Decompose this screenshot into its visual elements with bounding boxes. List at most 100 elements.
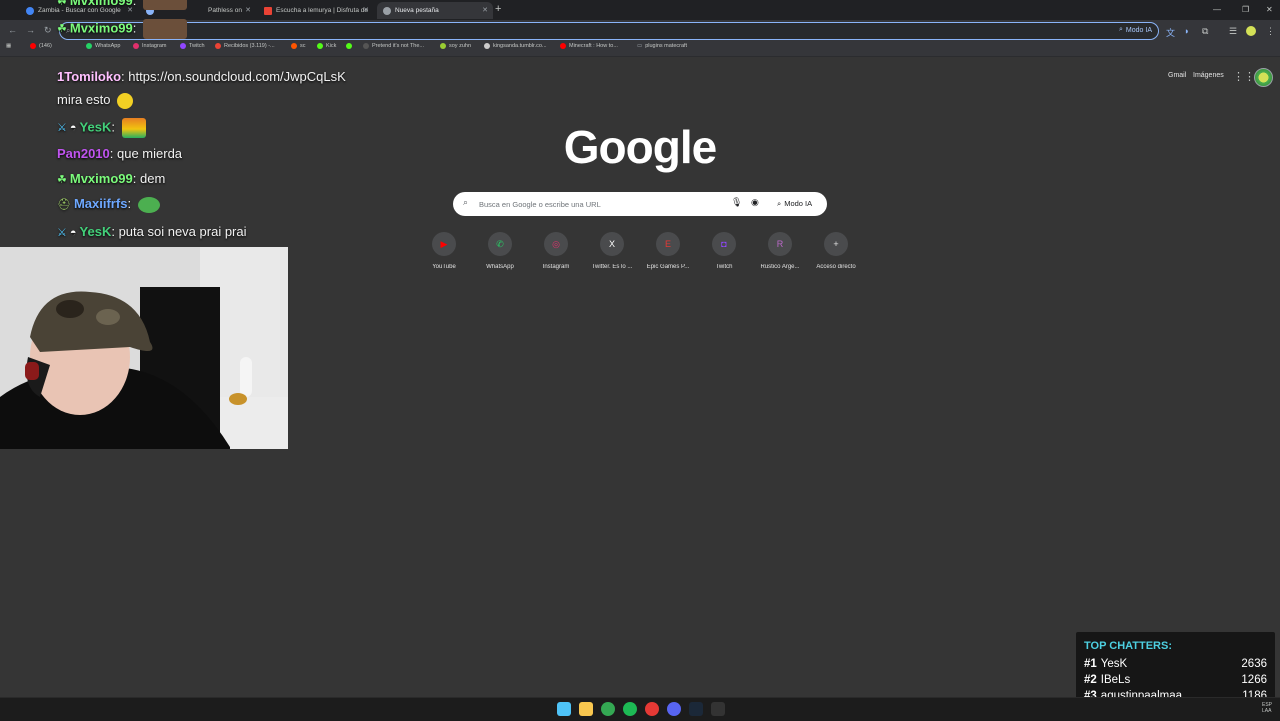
shortcut-icon: ◎ (544, 232, 568, 256)
bookmark-kick-2[interactable] (346, 43, 355, 49)
app-icon[interactable] (645, 702, 659, 716)
profile-avatar[interactable] (1254, 68, 1273, 87)
chat-message: ⛑ Maxiifrfs: (57, 196, 160, 213)
shortcut-tile[interactable]: ◘ Twitch (696, 232, 752, 270)
shortcut-label: Acceso directo (816, 264, 856, 270)
extensions-icon[interactable]: ⧉ (1202, 26, 1208, 37)
emote-image (142, 0, 187, 10)
address-bar[interactable]: ⌕ ⌕ Modo IA (60, 23, 1158, 39)
pepe-emote-icon (137, 196, 160, 213)
bookmark-whatsapp[interactable]: WhatsApp (86, 43, 120, 49)
gmail-link[interactable]: Gmail (1168, 72, 1186, 79)
clover-badge-icon: ☘ (57, 0, 67, 8)
read-aloud-icon[interactable]: ◗ (1184, 26, 1189, 36)
shortcut-icon: + (824, 232, 848, 256)
bookmark-kick[interactable]: Kick (317, 43, 336, 49)
forward-icon[interactable]: → (26, 25, 35, 35)
apps-grid-icon[interactable]: ▦ (6, 43, 11, 49)
tab-lemurya[interactable]: Escucha a lemurya | Disfruta de ✕ (258, 2, 374, 19)
search-icon: ⌕ (463, 197, 469, 207)
close-tab-icon[interactable]: ✕ (482, 6, 488, 14)
shortcut-tile[interactable]: ▶ YouTube (416, 232, 472, 270)
translate-icon[interactable]: 文 (1166, 26, 1175, 39)
bookmark-twitch[interactable]: Twitch (180, 43, 205, 49)
shortcut-label: WhatsApp (486, 264, 514, 270)
tab-strip: Zambia - Buscar con Google ✕ Pathless on… (0, 0, 1280, 20)
chat-message: ☘ Mvximo99: (57, 19, 187, 39)
emote-image (121, 118, 146, 138)
shortcut-tile[interactable]: ◎ Instagram (528, 232, 584, 270)
sword-badge-icon: ⚔ (57, 122, 67, 135)
emoji-face-icon (117, 92, 134, 109)
file-explorer-icon[interactable] (579, 702, 593, 716)
chat-message: ⚔ ◓ YesK: (57, 118, 146, 138)
system-tray[interactable]: ESP LAA (1262, 702, 1272, 714)
bookmark-gmail[interactable]: Recibidos (3.119) -... (215, 43, 275, 49)
whatsapp-icon (86, 43, 92, 49)
bookmark-soundcloud[interactable]: sc (291, 43, 306, 49)
emote-image (142, 19, 187, 39)
instagram-icon (133, 43, 139, 49)
ai-search-icon: ⌕ (777, 198, 782, 208)
omnibox-ai-mode-button[interactable]: ⌕ Modo IA (1119, 26, 1152, 34)
discord-icon[interactable] (667, 702, 681, 716)
chrome-favicon-icon (383, 6, 391, 15)
microphone-icon[interactable]: 🎙︎ (731, 197, 742, 208)
shortcut-label: Twitch (715, 264, 733, 270)
gmail-icon (215, 43, 221, 49)
epic-games-icon[interactable] (711, 702, 725, 716)
bookmark-youtube[interactable]: (146) (30, 43, 52, 49)
close-tab-icon[interactable]: ✕ (363, 6, 369, 14)
webcam-image (0, 247, 288, 449)
minimize-icon[interactable]: — (1213, 5, 1221, 14)
images-link[interactable]: Imágenes (1193, 72, 1224, 79)
search-input[interactable] (477, 196, 711, 213)
ai-mode-button[interactable]: ⌕ Modo IA (771, 196, 818, 211)
google-search-box[interactable]: ⌕ 🎙︎ ◉ ⌕ Modo IA (453, 192, 827, 216)
chat-message: ☘ Mvximo99: dem (57, 171, 166, 186)
spotify-icon[interactable] (623, 702, 637, 716)
clover-badge-icon: ☘ (57, 23, 67, 36)
side-panel-icon[interactable]: ☰ (1229, 26, 1237, 37)
close-window-icon[interactable]: ✕ (1266, 5, 1273, 14)
google-lens-icon[interactable]: ◉ (751, 197, 759, 208)
start-menu-icon[interactable] (557, 702, 571, 716)
google-logo: Google (563, 121, 717, 173)
shortcut-tile[interactable]: R Rustico Arge... (752, 232, 808, 270)
shortcut-label: Twitter. Es lo ... (591, 264, 633, 270)
close-tab-icon[interactable]: ✕ (245, 6, 251, 14)
shortcut-icon: R (768, 232, 792, 256)
shortcut-tile[interactable]: X Twitter. Es lo ... (584, 232, 640, 270)
google-apps-icon[interactable]: ⋮⋮ (1233, 70, 1255, 83)
bookmark-favicon-icon (440, 43, 446, 49)
shortcut-tile[interactable]: E Epic Games P... (640, 232, 696, 270)
bookmark-kingsanda[interactable]: kingsanda.tumblr.co... (484, 43, 547, 49)
tab-new-tab[interactable]: Nueva pestaña ✕ (377, 2, 493, 19)
shortcut-icon: ✆ (488, 232, 512, 256)
bookmark-folder-plugins[interactable]: ▭ plugins matecraft (637, 43, 687, 49)
bookmark-instagram[interactable]: Instagram (133, 43, 166, 49)
helmet-badge-icon: ⛑ (57, 199, 71, 211)
bookmark-pretend[interactable]: Pretend it's not The... (363, 43, 424, 49)
shortcut-label: YouTube (432, 264, 456, 270)
toolbar-profile-icon[interactable] (1246, 26, 1256, 36)
chat-message: ☘ Mvximo99: (57, 0, 187, 10)
webcam-overlay (0, 247, 288, 449)
menu-kebab-icon[interactable]: ⋮ (1266, 26, 1275, 37)
maximize-icon[interactable]: ❐ (1242, 5, 1249, 14)
steam-icon[interactable] (689, 702, 703, 716)
helmet-badge-icon: ◓ (69, 227, 77, 239)
youtube-icon (560, 43, 566, 49)
shortcut-tile[interactable]: ✆ WhatsApp (472, 232, 528, 270)
bookmark-soy-zuhn[interactable]: soy zuhn (440, 43, 471, 49)
bookmark-minecraft[interactable]: Minecraft : How to... (560, 43, 618, 49)
shortcut-icon: E (656, 232, 680, 256)
sword-badge-icon: ⚔ (57, 227, 67, 239)
shortcut-label: Instagram (542, 264, 570, 270)
shortcut-tile[interactable]: + Acceso directo (808, 232, 864, 270)
chrome-icon[interactable] (601, 702, 615, 716)
new-tab-button[interactable]: + (495, 3, 501, 15)
back-icon[interactable]: ← (8, 25, 17, 35)
clover-badge-icon: ☘ (57, 174, 67, 186)
reload-icon[interactable]: ↻ (44, 25, 52, 36)
